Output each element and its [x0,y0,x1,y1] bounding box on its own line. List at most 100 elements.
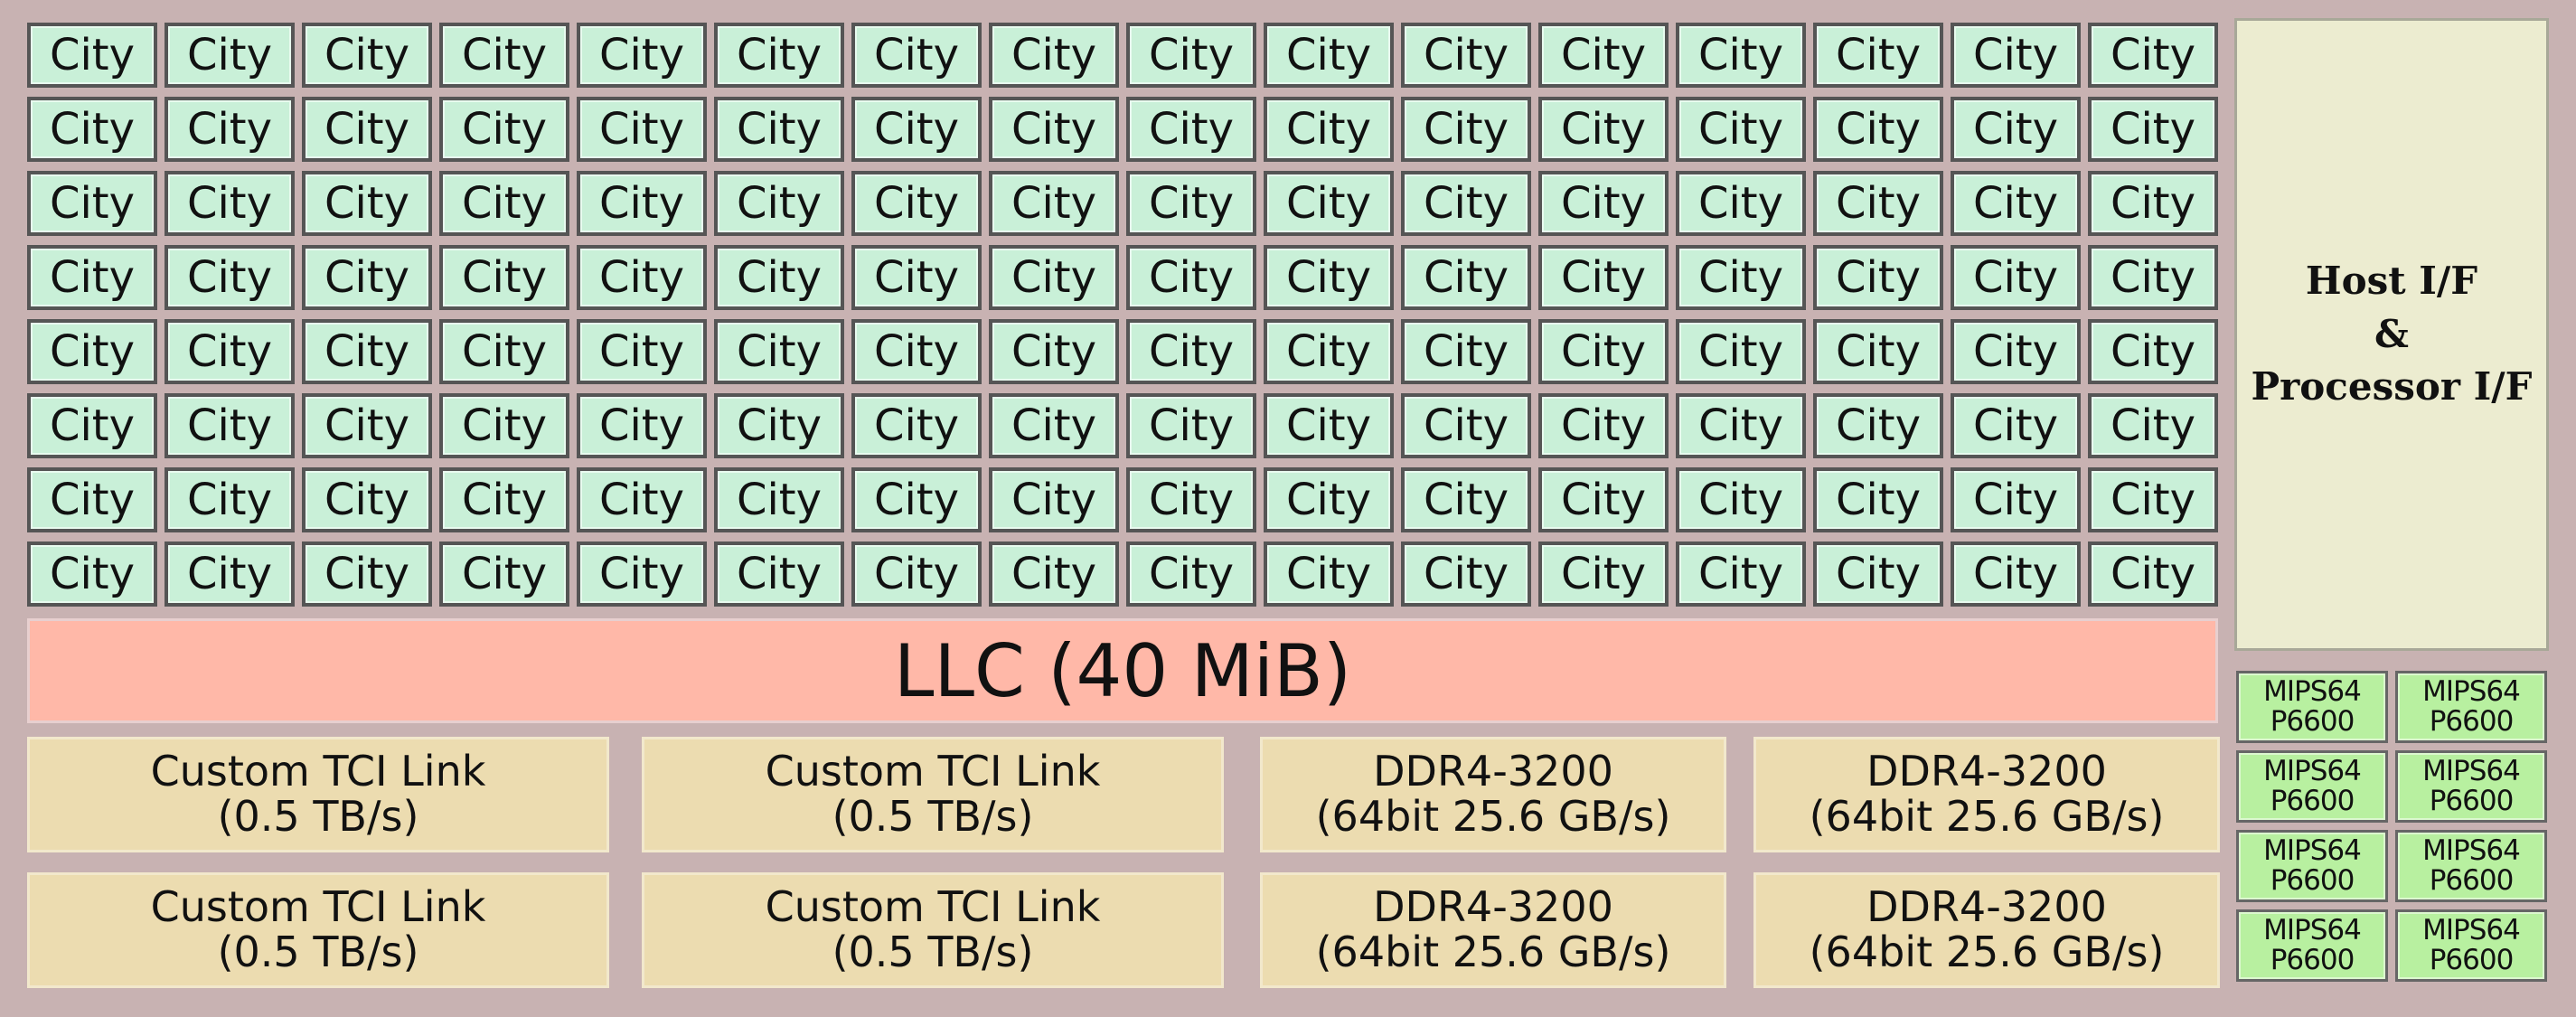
city-core: City [1813,393,1943,458]
city-core: City [714,319,844,384]
mips-core-model: P6600 [2429,944,2515,976]
ddr4-memory-block: DDR4-3200 (64bit 25.6 GB/s) [1260,737,1726,852]
city-core: City [1676,23,1806,88]
city-core: City [1676,393,1806,458]
city-core: City [1676,171,1806,236]
city-core: City [1126,541,1256,607]
link-name: Custom TCI Link [765,747,1101,796]
link-bandwidth: (0.5 TB/s) [832,928,1034,976]
city-core: City [2088,467,2218,532]
city-core: City [165,393,295,458]
city-core: City [2088,541,2218,607]
city-core: City [1264,467,1394,532]
city-core: City [1264,171,1394,236]
city-core: City [851,393,982,458]
city-core: City [1813,171,1943,236]
city-core: City [851,245,982,310]
city-core: City [1401,97,1531,162]
city-core: City [2088,245,2218,310]
city-core: City [27,245,157,310]
city-core: City [1951,467,2081,532]
city-core: City [1951,171,2081,236]
mips-core-model: P6600 [2270,864,2355,897]
city-core: City [714,23,844,88]
link-bandwidth: (0.5 TB/s) [217,928,419,976]
city-core: City [1401,393,1531,458]
city-core: City [1264,245,1394,310]
city-core: City [989,393,1119,458]
llc-label: LLC (40 MiB) [893,628,1352,713]
city-core: City [27,319,157,384]
memory-bandwidth: (64bit 25.6 GB/s) [1315,792,1671,841]
memory-bandwidth: (64bit 25.6 GB/s) [1809,928,2165,976]
city-core: City [302,541,432,607]
mips-core-name: MIPS64 [2263,755,2362,788]
city-core: City [1126,245,1256,310]
city-core: City [1264,97,1394,162]
city-core: City [165,319,295,384]
tci-link-block: Custom TCI Link (0.5 TB/s) [27,872,609,988]
city-core: City [1538,245,1669,310]
city-core: City [27,23,157,88]
city-core: City [2088,97,2218,162]
city-core: City [302,245,432,310]
mips-core-name: MIPS64 [2263,834,2362,868]
city-core: City [439,467,569,532]
city-core: City [1126,171,1256,236]
city-core: City [302,467,432,532]
city-core: City [1126,467,1256,532]
city-core: City [27,541,157,607]
city-core: City [302,23,432,88]
city-core: City [577,97,707,162]
city-core: City [1264,393,1394,458]
ddr4-memory-block: DDR4-3200 (64bit 25.6 GB/s) [1260,872,1726,988]
tci-link-block: Custom TCI Link (0.5 TB/s) [27,737,609,852]
city-core: City [439,171,569,236]
mips-core: MIPS64 P6600 [2236,671,2388,743]
memory-bandwidth: (64bit 25.6 GB/s) [1809,792,2165,841]
city-core: City [1951,245,2081,310]
city-core: City [165,23,295,88]
city-core: City [851,319,982,384]
city-core: City [1126,393,1256,458]
city-core: City [1264,23,1394,88]
city-core: City [1401,541,1531,607]
mips-core-model: P6600 [2270,944,2355,976]
ddr4-memory-block: DDR4-3200 (64bit 25.6 GB/s) [1753,872,2220,988]
city-core: City [577,23,707,88]
city-core: City [1813,23,1943,88]
city-core: City [714,467,844,532]
mips-core-name: MIPS64 [2263,675,2362,709]
mips-core: MIPS64 P6600 [2395,830,2547,902]
mips-core-name: MIPS64 [2422,914,2521,947]
city-core: City [577,541,707,607]
host-line-3: Processor I/F [2251,364,2533,410]
city-core: City [577,467,707,532]
city-core: City [1538,171,1669,236]
city-core: City [1401,319,1531,384]
city-core: City [1951,541,2081,607]
mips-core-model: P6600 [2270,705,2355,738]
city-core: City [1676,97,1806,162]
city-core: City [1813,245,1943,310]
city-core: City [714,245,844,310]
city-core: City [1401,171,1531,236]
city-core: City [714,97,844,162]
city-core: City [1126,319,1256,384]
city-core: City [302,319,432,384]
city-core: City [439,97,569,162]
city-core: City [27,393,157,458]
city-core: City [302,393,432,458]
city-core: City [577,393,707,458]
city-core: City [439,393,569,458]
city-core: City [1538,23,1669,88]
city-core: City [1264,541,1394,607]
city-core: City [302,171,432,236]
memory-name: DDR4-3200 [1373,747,1613,796]
city-core: City [1126,23,1256,88]
city-core: City [989,319,1119,384]
city-core: City [714,541,844,607]
city-core: City [1676,467,1806,532]
city-core: City [1676,541,1806,607]
city-core: City [851,171,982,236]
